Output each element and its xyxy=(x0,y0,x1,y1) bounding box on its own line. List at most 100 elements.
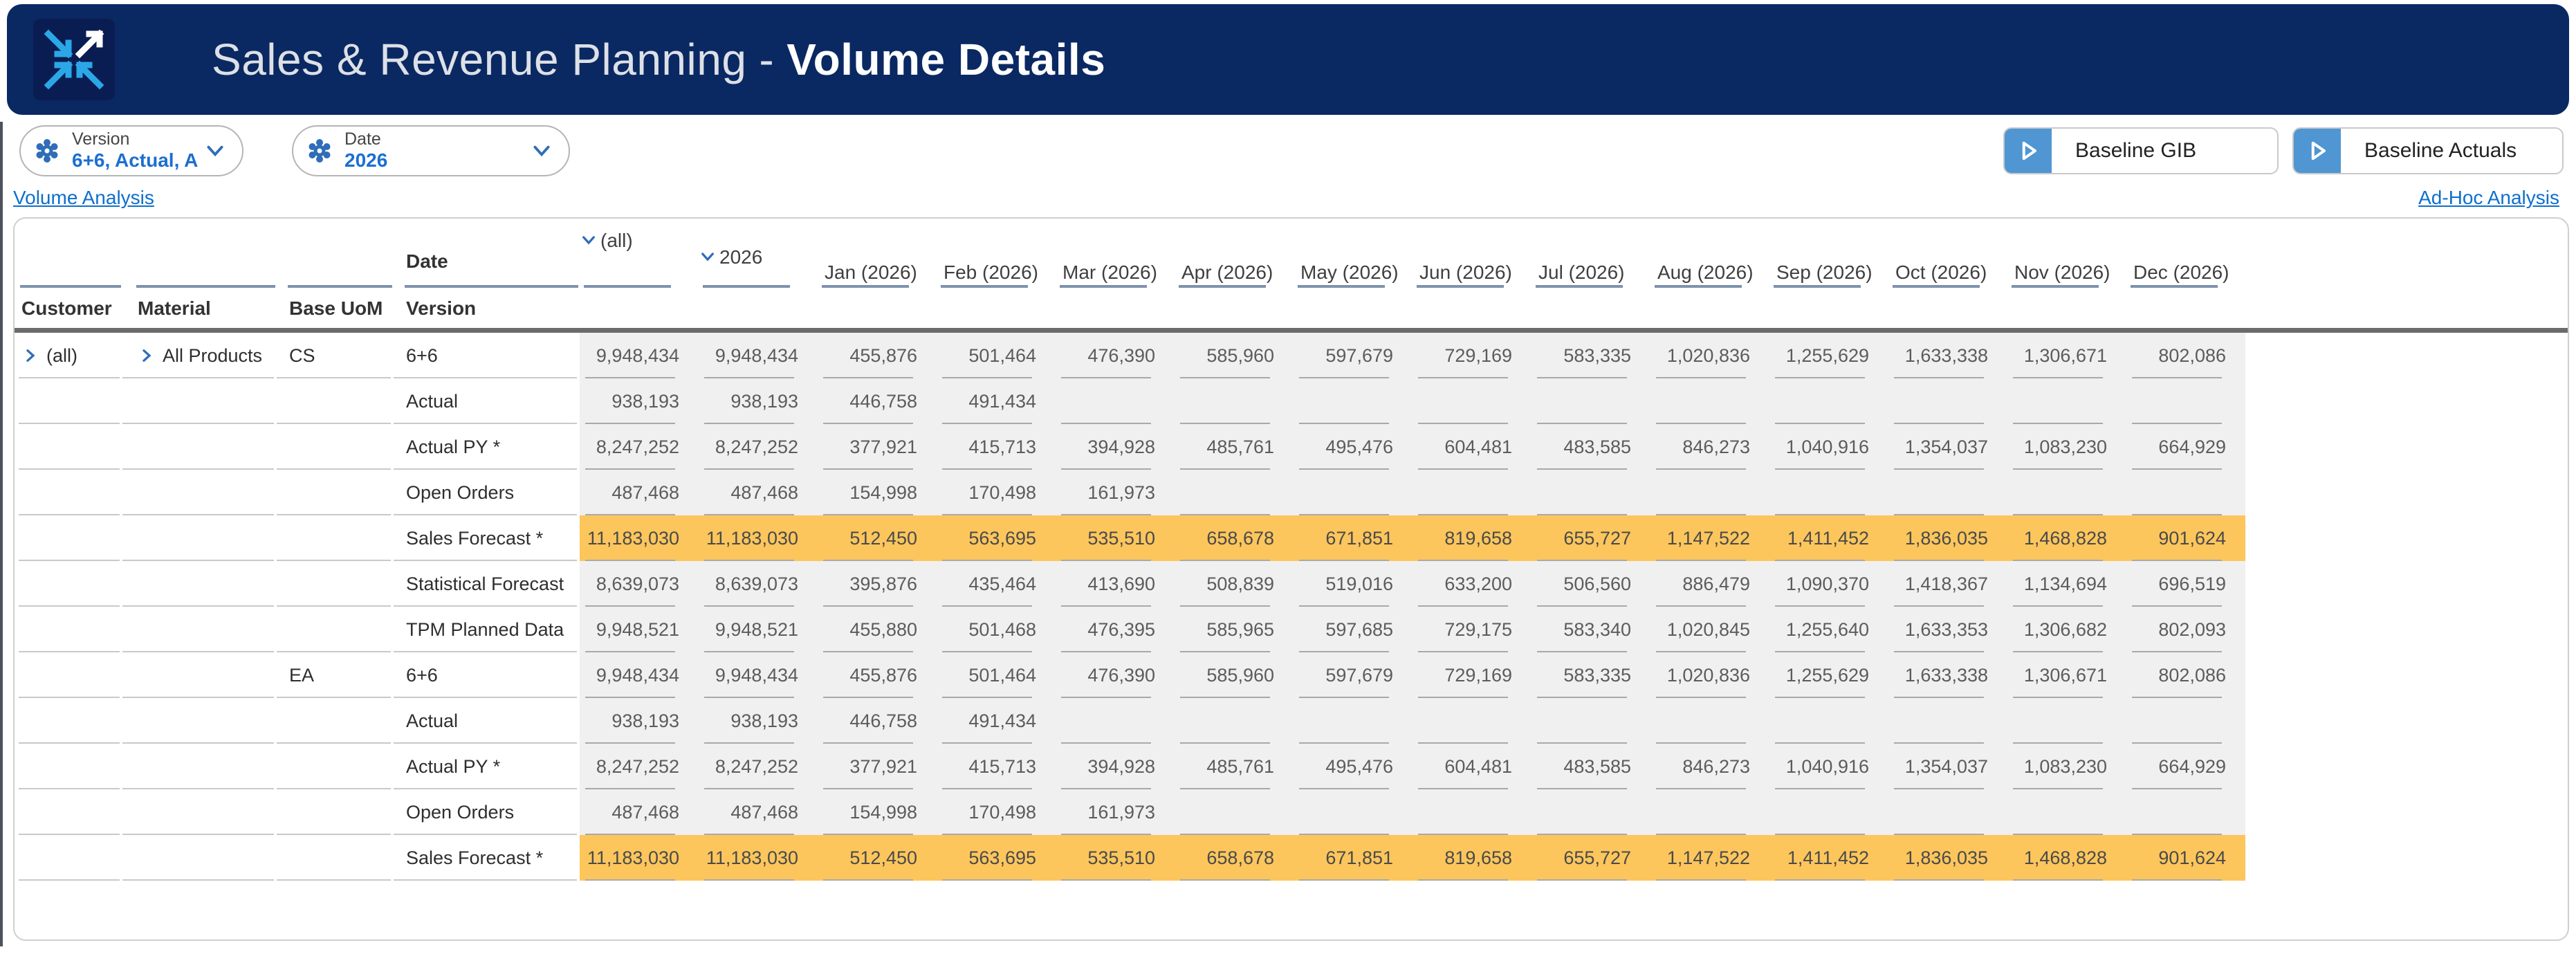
value-cell[interactable]: 9,948,434 xyxy=(699,652,818,698)
value-cell[interactable] xyxy=(1888,470,2007,515)
value-cell[interactable]: 11,183,030 xyxy=(580,835,699,881)
value-cell[interactable]: 1,090,370 xyxy=(1769,561,1888,607)
value-cell[interactable]: 535,510 xyxy=(1056,835,1175,881)
value-cell[interactable]: 415,713 xyxy=(937,424,1056,470)
value-cell[interactable]: 658,678 xyxy=(1175,835,1294,881)
value-cell[interactable]: 802,086 xyxy=(2126,333,2245,378)
chevron-down-icon[interactable] xyxy=(580,231,598,249)
value-cell[interactable]: 938,193 xyxy=(699,698,818,744)
value-cell[interactable]: 377,921 xyxy=(818,744,937,789)
value-cell[interactable] xyxy=(1175,698,1294,744)
value-cell[interactable]: 8,247,252 xyxy=(699,744,818,789)
value-cell[interactable]: 170,498 xyxy=(937,789,1056,835)
value-cell[interactable]: 664,929 xyxy=(2126,744,2245,789)
value-cell[interactable]: 938,193 xyxy=(580,378,699,424)
value-cell[interactable]: 485,761 xyxy=(1175,744,1294,789)
value-cell[interactable] xyxy=(1531,378,1650,424)
value-cell[interactable]: 8,639,073 xyxy=(699,561,818,607)
value-cell[interactable]: 1,418,367 xyxy=(1888,561,2007,607)
value-cell[interactable]: 154,998 xyxy=(818,789,937,835)
value-cell[interactable]: 501,468 xyxy=(937,607,1056,652)
value-cell[interactable] xyxy=(1056,698,1175,744)
value-cell[interactable] xyxy=(2126,470,2245,515)
value-cell[interactable]: 415,713 xyxy=(937,744,1056,789)
value-cell[interactable]: 161,973 xyxy=(1056,789,1175,835)
value-cell[interactable]: 9,948,434 xyxy=(699,333,818,378)
value-cell[interactable]: 655,727 xyxy=(1531,515,1650,561)
value-cell[interactable] xyxy=(1888,789,2007,835)
value-cell[interactable]: 501,464 xyxy=(937,333,1056,378)
value-cell[interactable]: 495,476 xyxy=(1294,744,1413,789)
value-cell[interactable]: 802,093 xyxy=(2126,607,2245,652)
value-cell[interactable]: 8,639,073 xyxy=(580,561,699,607)
value-cell[interactable]: 1,411,452 xyxy=(1769,515,1888,561)
value-cell[interactable]: 1,354,037 xyxy=(1888,424,2007,470)
value-cell[interactable]: 846,273 xyxy=(1650,424,1769,470)
value-cell[interactable] xyxy=(1294,470,1413,515)
value-cell[interactable]: 671,851 xyxy=(1294,835,1413,881)
value-cell[interactable]: 604,481 xyxy=(1413,424,1531,470)
value-cell[interactable]: 483,585 xyxy=(1531,744,1650,789)
value-cell[interactable]: 377,921 xyxy=(818,424,937,470)
value-cell[interactable] xyxy=(1769,470,1888,515)
value-cell[interactable]: 9,948,521 xyxy=(699,607,818,652)
value-cell[interactable]: 597,679 xyxy=(1294,333,1413,378)
value-cell[interactable]: 1,147,522 xyxy=(1650,835,1769,881)
value-cell[interactable] xyxy=(1769,378,1888,424)
value-cell[interactable]: 476,395 xyxy=(1056,607,1175,652)
chevron-down-icon[interactable] xyxy=(203,139,227,163)
adhoc-analysis-link[interactable]: Ad-Hoc Analysis xyxy=(2418,187,2559,209)
value-cell[interactable]: 1,083,230 xyxy=(2007,424,2126,470)
value-cell[interactable]: 508,839 xyxy=(1175,561,1294,607)
value-cell[interactable]: 819,658 xyxy=(1413,835,1531,881)
value-cell[interactable]: 495,476 xyxy=(1294,424,1413,470)
value-cell[interactable] xyxy=(1413,698,1531,744)
value-cell[interactable]: 729,169 xyxy=(1413,652,1531,698)
value-cell[interactable]: 597,685 xyxy=(1294,607,1413,652)
value-cell[interactable]: 583,340 xyxy=(1531,607,1650,652)
value-cell[interactable]: 483,585 xyxy=(1531,424,1650,470)
value-cell[interactable]: 395,876 xyxy=(818,561,937,607)
value-cell[interactable]: 476,390 xyxy=(1056,333,1175,378)
value-cell[interactable]: 1,255,629 xyxy=(1769,652,1888,698)
value-cell[interactable]: 1,040,916 xyxy=(1769,744,1888,789)
value-cell[interactable]: 563,695 xyxy=(937,835,1056,881)
value-cell[interactable]: 1,633,338 xyxy=(1888,652,2007,698)
value-cell[interactable]: 446,758 xyxy=(818,378,937,424)
chevron-down-icon[interactable] xyxy=(530,139,553,163)
value-cell[interactable]: 585,965 xyxy=(1175,607,1294,652)
value-cell[interactable]: 11,183,030 xyxy=(580,515,699,561)
value-cell[interactable]: 1,255,640 xyxy=(1769,607,1888,652)
value-cell[interactable]: 1,836,035 xyxy=(1888,835,2007,881)
value-cell[interactable]: 501,464 xyxy=(937,652,1056,698)
value-cell[interactable] xyxy=(1413,378,1531,424)
value-cell[interactable]: 1,147,522 xyxy=(1650,515,1769,561)
baseline-gib-button[interactable]: Baseline GIB xyxy=(2003,127,2279,174)
value-cell[interactable] xyxy=(2126,789,2245,835)
value-cell[interactable] xyxy=(1888,698,2007,744)
value-column-header[interactable]: 2026 xyxy=(699,219,818,289)
value-cell[interactable] xyxy=(1413,789,1531,835)
value-cell[interactable]: 1,411,452 xyxy=(1769,835,1888,881)
value-cell[interactable]: 802,086 xyxy=(2126,652,2245,698)
value-cell[interactable]: 491,434 xyxy=(937,378,1056,424)
value-cell[interactable] xyxy=(2126,698,2245,744)
value-cell[interactable]: 485,761 xyxy=(1175,424,1294,470)
value-cell[interactable]: 394,928 xyxy=(1056,744,1175,789)
value-cell[interactable]: 901,624 xyxy=(2126,835,2245,881)
value-cell[interactable]: 583,335 xyxy=(1531,333,1650,378)
value-cell[interactable]: 1,020,836 xyxy=(1650,333,1769,378)
value-cell[interactable]: 1,134,694 xyxy=(2007,561,2126,607)
value-cell[interactable]: 585,960 xyxy=(1175,333,1294,378)
value-cell[interactable] xyxy=(2007,698,2126,744)
value-cell[interactable]: 435,464 xyxy=(937,561,1056,607)
value-cell[interactable]: 729,175 xyxy=(1413,607,1531,652)
value-cell[interactable]: 671,851 xyxy=(1294,515,1413,561)
customer-cell[interactable]: (all) xyxy=(19,333,122,378)
value-cell[interactable]: 8,247,252 xyxy=(580,744,699,789)
value-cell[interactable]: 938,193 xyxy=(580,698,699,744)
material-cell[interactable]: All Products xyxy=(135,333,277,378)
value-cell[interactable]: 8,247,252 xyxy=(699,424,818,470)
value-cell[interactable]: 1,306,682 xyxy=(2007,607,2126,652)
value-cell[interactable]: 563,695 xyxy=(937,515,1056,561)
